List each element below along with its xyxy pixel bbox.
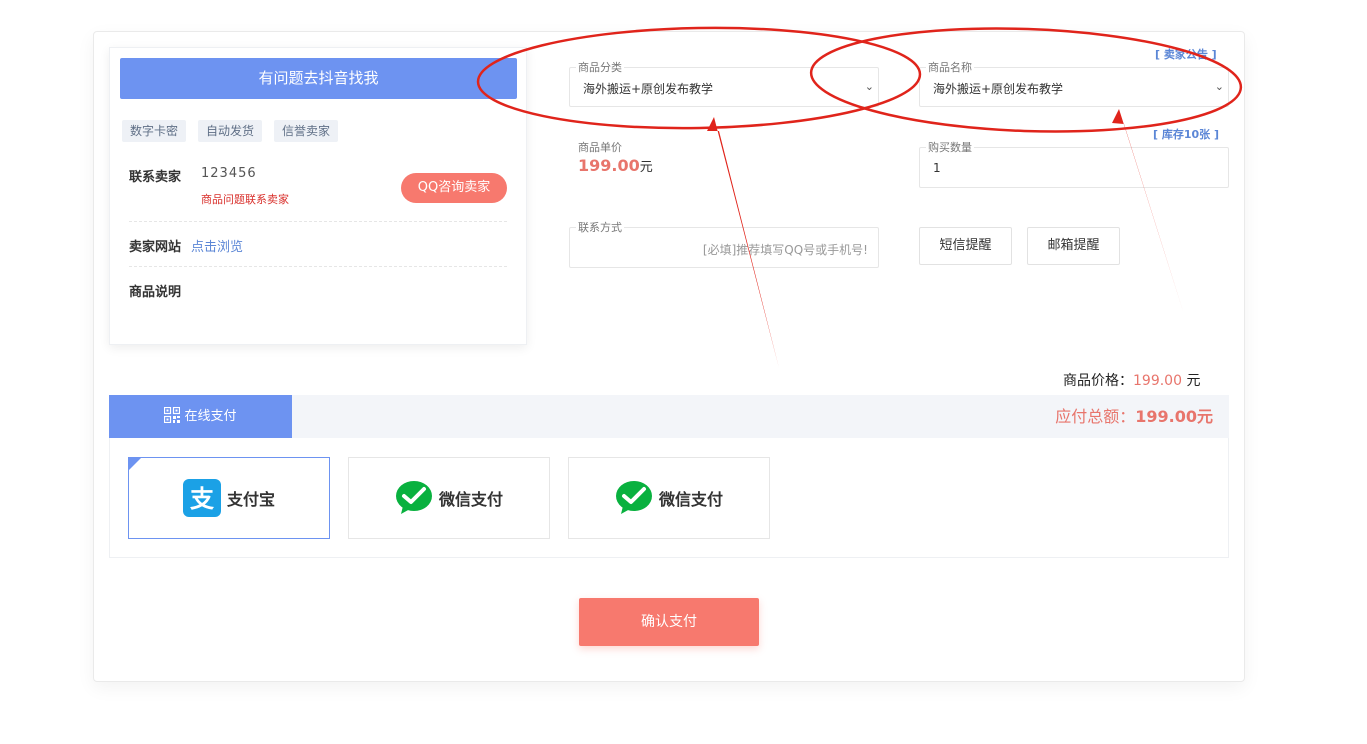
- payment-methods-panel: 支 支付宝 微信支付 微信支付: [109, 438, 1229, 558]
- divider: [129, 221, 507, 222]
- payment-method-wechat-2[interactable]: 微信支付: [568, 457, 770, 539]
- payment-method-label: 支付宝: [226, 490, 275, 509]
- unit-price: 199.00元: [578, 156, 653, 175]
- qq-consult-button[interactable]: QQ咨询卖家: [401, 173, 507, 203]
- tag-digital-card: 数字卡密: [122, 120, 187, 142]
- contact-seller-value: 123456: [201, 166, 257, 181]
- svg-text:支: 支: [190, 485, 215, 513]
- payment-method-label: 微信支付: [658, 490, 723, 509]
- seller-notice-link[interactable]: [ 卖家公告 ]: [1155, 46, 1217, 62]
- divider: [129, 266, 507, 267]
- contact-seller-note: 商品问题联系卖家: [201, 193, 289, 206]
- wechat-pay-icon: [395, 481, 432, 514]
- goods-price-label: 商品价格：: [1063, 373, 1133, 389]
- stock-link[interactable]: [ 库存10张 ]: [1153, 126, 1219, 142]
- seller-tags: 数字卡密 自动发货 信誉卖家: [122, 120, 339, 142]
- wechat-pay-icon: [615, 481, 652, 514]
- email-reminder-button[interactable]: 邮箱提醒: [1027, 227, 1120, 265]
- total-unit: 元: [1196, 407, 1213, 426]
- seller-panel: 有问题去抖音找我 数字卡密 自动发货 信誉卖家 联系卖家 123456 商品问题…: [109, 47, 527, 345]
- contact-method-label: 联系方式: [576, 219, 624, 235]
- chevron-down-icon: ⌄: [864, 80, 874, 93]
- chevron-down-icon: ⌄: [1214, 80, 1224, 93]
- quantity-label: 购买数量: [926, 139, 974, 155]
- payment-method-wechat[interactable]: 微信支付: [348, 457, 550, 539]
- contact-seller-label: 联系卖家: [129, 170, 182, 185]
- product-description-label: 商品说明: [129, 285, 182, 300]
- unit-price-suffix: 元: [639, 160, 653, 175]
- tab-online-payment-label: 在线支付: [184, 409, 237, 424]
- goods-price: 商品价格：199.00 元: [1063, 370, 1200, 390]
- seller-site-link[interactable]: 点击浏览: [191, 236, 243, 255]
- total-label: 应付总额：: [1055, 407, 1136, 426]
- total-amount: 应付总额：199.00元: [1055, 395, 1213, 438]
- unit-price-value: 199.00: [578, 156, 640, 175]
- category-label: 商品分类: [576, 59, 624, 75]
- tag-auto-delivery: 自动发货: [198, 120, 263, 142]
- contact-input-placeholder: [必填]推荐填写QQ号或手机号!: [702, 243, 868, 257]
- sms-reminder-button[interactable]: 短信提醒: [919, 227, 1012, 265]
- seller-site-label: 卖家网站: [129, 240, 182, 255]
- product-name-label: 商品名称: [926, 59, 974, 75]
- product-name-select-value: 海外搬运+原创发布教学: [933, 82, 1064, 96]
- goods-price-unit: 元: [1182, 373, 1201, 389]
- page: 有问题去抖音找我 数字卡密 自动发货 信誉卖家 联系卖家 123456 商品问题…: [0, 0, 1367, 744]
- payment-method-alipay[interactable]: 支 支付宝: [128, 457, 330, 539]
- payment-method-label: 微信支付: [438, 490, 503, 509]
- goods-price-value: 199.00: [1133, 373, 1182, 389]
- unit-price-label: 商品单价: [576, 139, 624, 155]
- tab-online-payment[interactable]: 在线支付: [109, 395, 292, 438]
- payment-bar: 在线支付 应付总额：199.00元: [109, 395, 1229, 438]
- confirm-payment-button[interactable]: 确认支付: [579, 598, 759, 646]
- total-value: 199.00: [1135, 407, 1197, 426]
- category-select-value: 海外搬运+原创发布教学: [583, 82, 714, 96]
- quantity-value: 1: [933, 161, 941, 175]
- seller-banner: 有问题去抖音找我: [120, 58, 517, 99]
- tag-trusted-seller: 信誉卖家: [274, 120, 339, 142]
- alipay-icon: 支: [182, 479, 221, 517]
- qr-code-icon: [164, 407, 181, 423]
